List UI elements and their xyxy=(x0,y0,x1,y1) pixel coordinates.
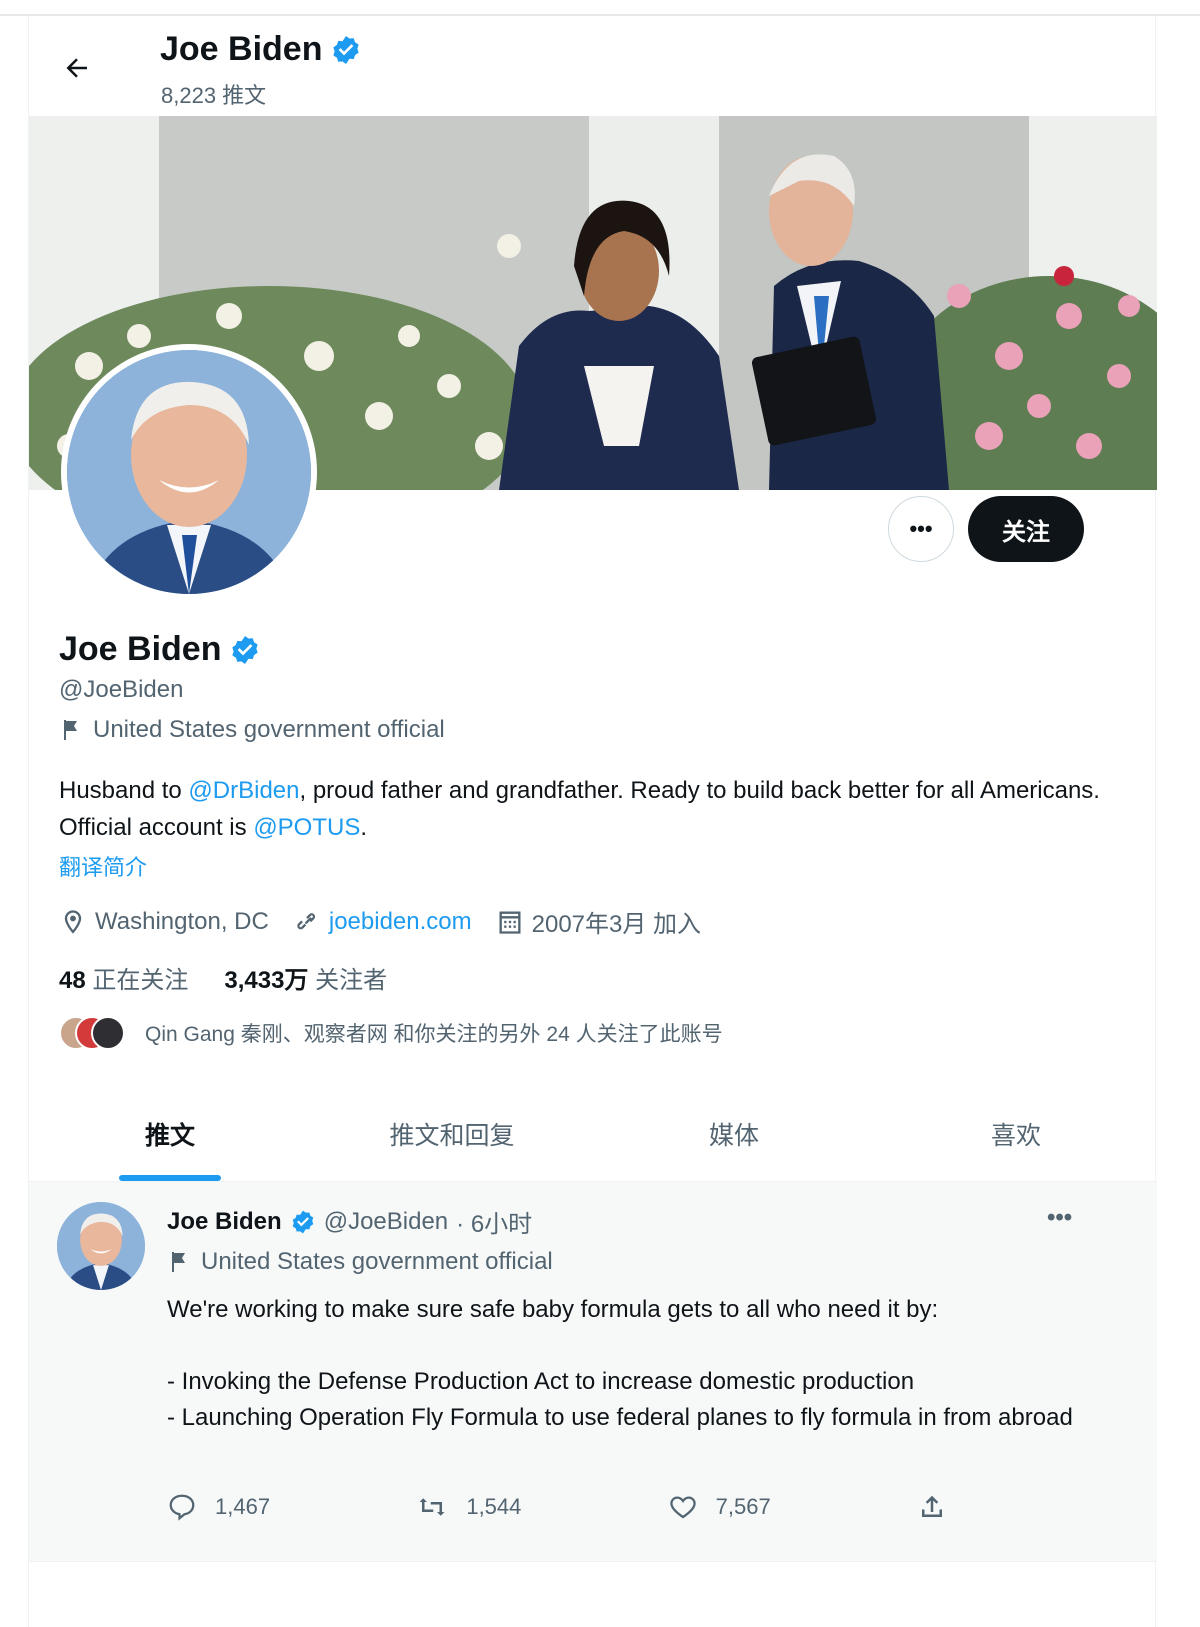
retweet-icon xyxy=(419,1498,445,1516)
verified-badge-icon xyxy=(333,35,360,64)
profile-tabs: 推文 推文和回复 媒体 喜欢 xyxy=(29,1086,1157,1182)
like-count: 7,567 xyxy=(715,1494,771,1519)
followers-you-know[interactable]: Qin Gang 秦刚、观察者网 和你关注的另外 24 人关注了此账号 xyxy=(59,1016,723,1050)
tweet-avatar[interactable] xyxy=(57,1202,145,1290)
back-button[interactable] xyxy=(53,44,101,92)
profile-bio: Husband to @DrBiden, proud father and gr… xyxy=(59,772,1129,846)
mention-potus-link[interactable]: @POTUS xyxy=(253,814,360,841)
joined-item: 2007年3月 加入 xyxy=(496,904,701,939)
profile-header: Joe Biden 8,223 推文 xyxy=(29,16,1157,116)
tweet-affiliation-text: United States government official xyxy=(201,1248,553,1275)
like-button[interactable]: 7,567 xyxy=(668,1492,771,1522)
tweet-more-button[interactable]: ••• xyxy=(1047,1204,1072,1232)
location-item: Washington, DC xyxy=(59,908,269,936)
retweet-count: 1,544 xyxy=(466,1494,522,1519)
followers-count: 3,433万 xyxy=(224,967,309,994)
joined-text: 2007年3月 加入 xyxy=(531,911,702,938)
header-name-text: Joe Biden xyxy=(160,30,323,68)
tab-label: 喜欢 xyxy=(990,1121,1041,1150)
followers-you-know-text: Qin Gang 秦刚、观察者网 和你关注的另外 24 人关注了此账号 xyxy=(145,1023,723,1046)
bio-text: . xyxy=(360,814,368,841)
reply-button[interactable]: 1,467 xyxy=(167,1492,270,1522)
more-options-button[interactable]: ••• xyxy=(888,496,954,562)
more-dots-icon: ••• xyxy=(909,516,933,541)
followers-label: 关注者 xyxy=(315,967,388,994)
follow-stats: 48 正在关注 3,433万 关注者 xyxy=(59,960,387,995)
followers-link[interactable]: 3,433万 关注者 xyxy=(224,960,387,995)
following-label: 正在关注 xyxy=(92,967,189,994)
affiliation-text: United States government official xyxy=(93,716,445,743)
reply-icon xyxy=(169,1494,195,1521)
tweet-text: We're working to make sure safe baby for… xyxy=(167,1296,1073,1431)
calendar-icon xyxy=(499,911,521,934)
profile-name: Joe Biden xyxy=(59,630,261,669)
tab-label: 媒体 xyxy=(708,1121,759,1150)
tab-label: 推文和回复 xyxy=(389,1121,515,1150)
location-pin-icon xyxy=(64,909,82,934)
website-link[interactable]: joebiden.com xyxy=(329,908,472,936)
tab-label: 推文 xyxy=(144,1121,195,1150)
header-title: Joe Biden xyxy=(160,30,362,69)
profile-name-text: Joe Biden xyxy=(59,630,222,668)
website-item: joebiden.com xyxy=(293,908,472,936)
flag-icon xyxy=(172,1252,185,1272)
translate-bio-link[interactable]: 翻译简介 xyxy=(59,850,147,882)
tweet-timestamp[interactable]: · 6小时 xyxy=(456,1204,532,1239)
profile-meta: Washington, DC joebiden.com 2007年3月 加入 xyxy=(59,904,701,939)
following-count: 48 xyxy=(59,967,86,994)
share-button[interactable] xyxy=(917,1492,947,1522)
mutual-avatars xyxy=(59,1016,125,1050)
profile-avatar[interactable] xyxy=(61,344,317,600)
active-tab-indicator xyxy=(119,1175,221,1181)
retweet-button[interactable]: 1,544 xyxy=(416,1492,521,1522)
tweet-header: Joe Biden @JoeBiden · 6小时 xyxy=(167,1204,532,1239)
tab-tweets[interactable]: 推文 xyxy=(29,1086,311,1181)
tab-likes[interactable]: 喜欢 xyxy=(875,1086,1157,1181)
header-tweet-count: 8,223 推文 xyxy=(161,83,267,108)
heart-icon xyxy=(669,1496,696,1519)
tweet-actions: 1,467 1,544 7,567 xyxy=(167,1492,947,1522)
flag-icon xyxy=(64,720,77,740)
avatar-photo xyxy=(67,350,311,594)
location-text: Washington, DC xyxy=(95,907,269,935)
tweet-affiliation: United States government official xyxy=(167,1248,553,1276)
following-link[interactable]: 48 正在关注 xyxy=(59,960,188,995)
tweet-card[interactable]: Joe Biden @JoeBiden · 6小时 ••• United Sta… xyxy=(29,1182,1157,1562)
tweet-author-name[interactable]: Joe Biden xyxy=(167,1208,282,1236)
mutual-avatar xyxy=(91,1016,125,1050)
tweet-avatar-photo xyxy=(57,1202,145,1290)
profile-handle: @JoeBiden xyxy=(59,676,184,703)
verified-badge-icon xyxy=(292,1210,313,1233)
tweet-author-handle[interactable]: @JoeBiden xyxy=(324,1208,448,1236)
bio-text: Husband to xyxy=(59,777,189,804)
mention-drbiden-link[interactable]: @DrBiden xyxy=(188,777,299,804)
profile-page: Joe Biden 8,223 推文 ••• 关注 Joe Biden @Joe… xyxy=(28,16,1157,1627)
link-icon xyxy=(297,912,315,929)
arrow-left-icon xyxy=(66,58,87,78)
tab-tweets-and-replies[interactable]: 推文和回复 xyxy=(311,1086,593,1181)
profile-affiliation: United States government official xyxy=(59,716,445,744)
verified-badge-icon xyxy=(232,635,259,664)
tab-media[interactable]: 媒体 xyxy=(593,1086,875,1181)
share-icon xyxy=(921,1495,942,1517)
follow-button[interactable]: 关注 xyxy=(968,496,1084,562)
reply-count: 1,467 xyxy=(215,1494,271,1519)
